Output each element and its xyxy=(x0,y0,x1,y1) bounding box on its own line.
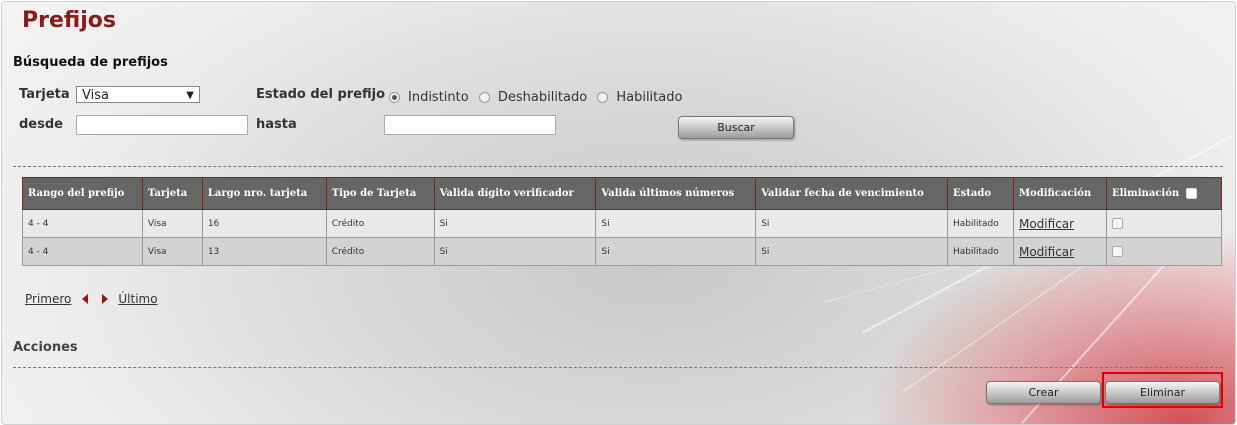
cell: 4 - 4 xyxy=(22,209,143,238)
tarjeta-select[interactable]: Visa ▼ xyxy=(76,86,200,103)
modificar-link[interactable]: Modificar xyxy=(1012,209,1107,238)
crear-button[interactable]: Crear xyxy=(986,381,1101,404)
prev-arrow-icon[interactable] xyxy=(82,294,89,304)
cell: Visa xyxy=(141,237,203,266)
cell: Si xyxy=(433,209,597,238)
col-header: Tipo de Tarjeta xyxy=(325,177,435,210)
radio-label: Indistinto xyxy=(408,90,469,105)
acciones-heading: Acciones xyxy=(13,340,78,355)
cell: Habilitado xyxy=(947,237,1014,266)
cell: 13 xyxy=(201,237,327,266)
radio-checked-icon xyxy=(389,92,400,103)
tarjeta-select-value: Visa xyxy=(82,88,109,103)
table-header-row: Rango del prefijo Tarjeta Largo nro. tar… xyxy=(22,177,1223,210)
col-header: Tarjeta xyxy=(141,177,203,210)
cell: Si xyxy=(595,237,757,266)
hasta-input[interactable] xyxy=(384,115,556,135)
cell: Si xyxy=(755,209,949,238)
divider xyxy=(13,367,1223,368)
col-header: Valida últimos números xyxy=(595,177,757,210)
radio-habilitado[interactable]: Habilitado xyxy=(597,90,682,105)
radio-indistinto[interactable]: Indistinto xyxy=(389,90,469,105)
prefix-table: Rango del prefijo Tarjeta Largo nro. tar… xyxy=(22,177,1223,266)
col-header: Largo nro. tarjeta xyxy=(201,177,327,210)
search-heading: Búsqueda de prefijos xyxy=(13,55,168,70)
estado-radio-group: Indistinto Deshabilitado Habilitado xyxy=(389,90,688,107)
cell: Si xyxy=(755,237,949,266)
cell: Habilitado xyxy=(947,209,1014,238)
col-header: Modificación xyxy=(1012,177,1107,210)
table-row: 4 - 4 Visa 13 Crédito Si Si Si Habilitad… xyxy=(22,237,1223,266)
cell: 4 - 4 xyxy=(22,237,143,266)
estado-label: Estado del prefijo xyxy=(256,87,386,102)
cell-eliminacion xyxy=(1105,209,1223,238)
col-header: Rango del prefijo xyxy=(22,177,143,210)
cell: Visa xyxy=(141,209,203,238)
next-arrow-icon[interactable] xyxy=(102,294,109,304)
radio-unchecked-icon xyxy=(478,92,490,103)
hasta-label: hasta xyxy=(256,117,297,132)
dropdown-arrow-icon: ▼ xyxy=(186,90,194,101)
radio-deshabilitado[interactable]: Deshabilitado xyxy=(478,90,588,105)
buscar-button[interactable]: Buscar xyxy=(678,116,794,139)
desde-input[interactable] xyxy=(76,115,248,135)
modificar-link[interactable]: Modificar xyxy=(1012,237,1107,266)
highlight-box xyxy=(1102,372,1223,408)
radio-label: Habilitado xyxy=(616,90,683,105)
table-row: 4 - 4 Visa 16 Crédito Si Si Si Habilitad… xyxy=(22,209,1223,238)
row-checkbox[interactable] xyxy=(1111,246,1123,257)
col-header-label: Eliminación xyxy=(1111,188,1180,199)
pager: Primero Último xyxy=(25,292,158,306)
tarjeta-label: Tarjeta xyxy=(19,87,70,102)
col-header: Validar fecha de vencimiento xyxy=(755,177,949,210)
primero-link[interactable]: Primero xyxy=(25,292,71,306)
col-header: Valida dígito verificador xyxy=(433,177,597,210)
col-header: Estado xyxy=(947,177,1014,210)
cell: Si xyxy=(595,209,757,238)
cell: 16 xyxy=(201,209,327,238)
divider xyxy=(13,166,1223,167)
ultimo-link[interactable]: Último xyxy=(118,292,157,306)
cell: Si xyxy=(433,237,597,266)
row-checkbox[interactable] xyxy=(1111,218,1123,229)
cell-eliminacion xyxy=(1105,237,1223,266)
cell: Crédito xyxy=(325,237,435,266)
radio-label: Deshabilitado xyxy=(497,90,588,105)
col-header-eliminacion: Eliminación xyxy=(1105,177,1223,210)
radio-unchecked-icon xyxy=(597,92,609,103)
cell: Crédito xyxy=(325,209,435,238)
page-title: Prefijos xyxy=(22,8,116,33)
desde-label: desde xyxy=(19,117,63,132)
select-all-checkbox[interactable] xyxy=(1185,188,1197,199)
